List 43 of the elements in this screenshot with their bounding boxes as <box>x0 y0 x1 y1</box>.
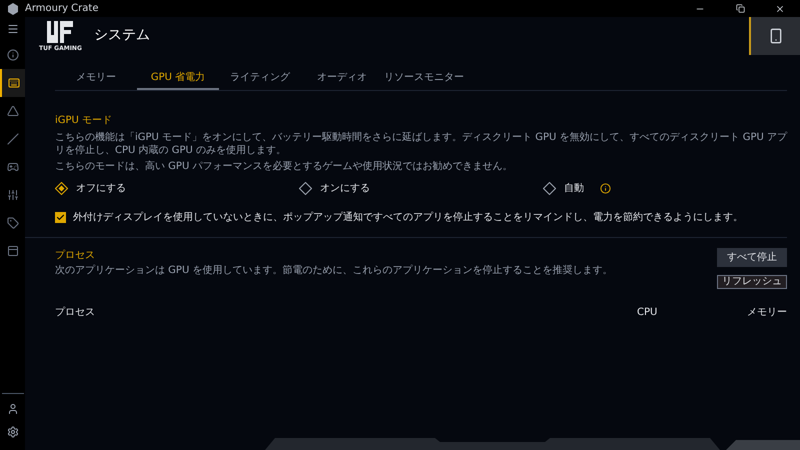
menu-icon <box>6 23 18 35</box>
checkbox[interactable] <box>55 212 66 223</box>
checkbox-label: 外付けディスプレイを使用していないときに、ポップアップ通知ですべてのアプリを停止することをリマインドし、電力を節約できるようにします。 <box>73 210 743 225</box>
sliders-icon <box>6 189 18 201</box>
phone-icon <box>768 28 784 44</box>
tab[interactable]: GPU 省電力 <box>137 67 219 90</box>
radio-button[interactable] <box>299 182 312 195</box>
panel-icon <box>6 245 18 257</box>
tag-icon <box>6 217 18 229</box>
page-title: システム <box>94 26 150 45</box>
section-title: プロセス <box>55 248 96 263</box>
option-label: 自動 <box>564 182 584 196</box>
window-title: Armoury Crate <box>25 2 98 16</box>
option-label: オンにする <box>320 182 370 196</box>
tab[interactable]: ライティング <box>219 67 301 90</box>
user-icon <box>6 403 18 415</box>
gamepad-icon <box>6 161 18 173</box>
triangle-icon <box>6 105 18 117</box>
close-icon <box>775 4 785 14</box>
info-icon <box>6 49 18 61</box>
slash-icon <box>6 133 18 145</box>
tab[interactable]: リソースモニター <box>383 67 465 90</box>
stop-all-button[interactable]: すべて停止 <box>717 248 787 267</box>
sidebar-item[interactable] <box>0 69 25 97</box>
radio-button[interactable] <box>55 182 68 195</box>
tab[interactable]: メモリー <box>55 67 137 90</box>
column-header: プロセス <box>55 306 96 320</box>
tuf-logo-icon <box>45 21 76 45</box>
section-title: iGPU モード <box>55 114 114 128</box>
description-text: 次のアプリケーションは GPU を使用しています。節電のために、これらのアプリケーションを停止することを推奨します。 <box>55 264 612 278</box>
settings-icon <box>6 426 18 438</box>
description-text: こちらの機能は「iGPU モード」をオンにして、バッテリー駆動時間をさらに延ばします。ディスクリート GPU を無効にして、すべてのディスクリート GPU アプリを停止し、CPU 内蔵の GPU のみを使用します。 <box>55 131 787 157</box>
option-label: オフにする <box>76 182 126 196</box>
refresh-button[interactable]: リフレッシュ <box>717 275 787 289</box>
description-text: こちらのモードは、高い GPU パフォーマンスを必要とするゲームや使用状況ではお勧めできません。 <box>55 160 514 173</box>
tab[interactable]: オーディオ <box>301 67 383 90</box>
keyboard-icon <box>8 77 20 89</box>
column-header: CPU <box>637 306 658 320</box>
info-icon[interactable] <box>600 183 611 194</box>
restore-icon <box>736 4 744 13</box>
app-logo-icon <box>7 2 19 14</box>
column-header: メモリー <box>747 306 787 320</box>
radio-button[interactable] <box>543 182 556 195</box>
